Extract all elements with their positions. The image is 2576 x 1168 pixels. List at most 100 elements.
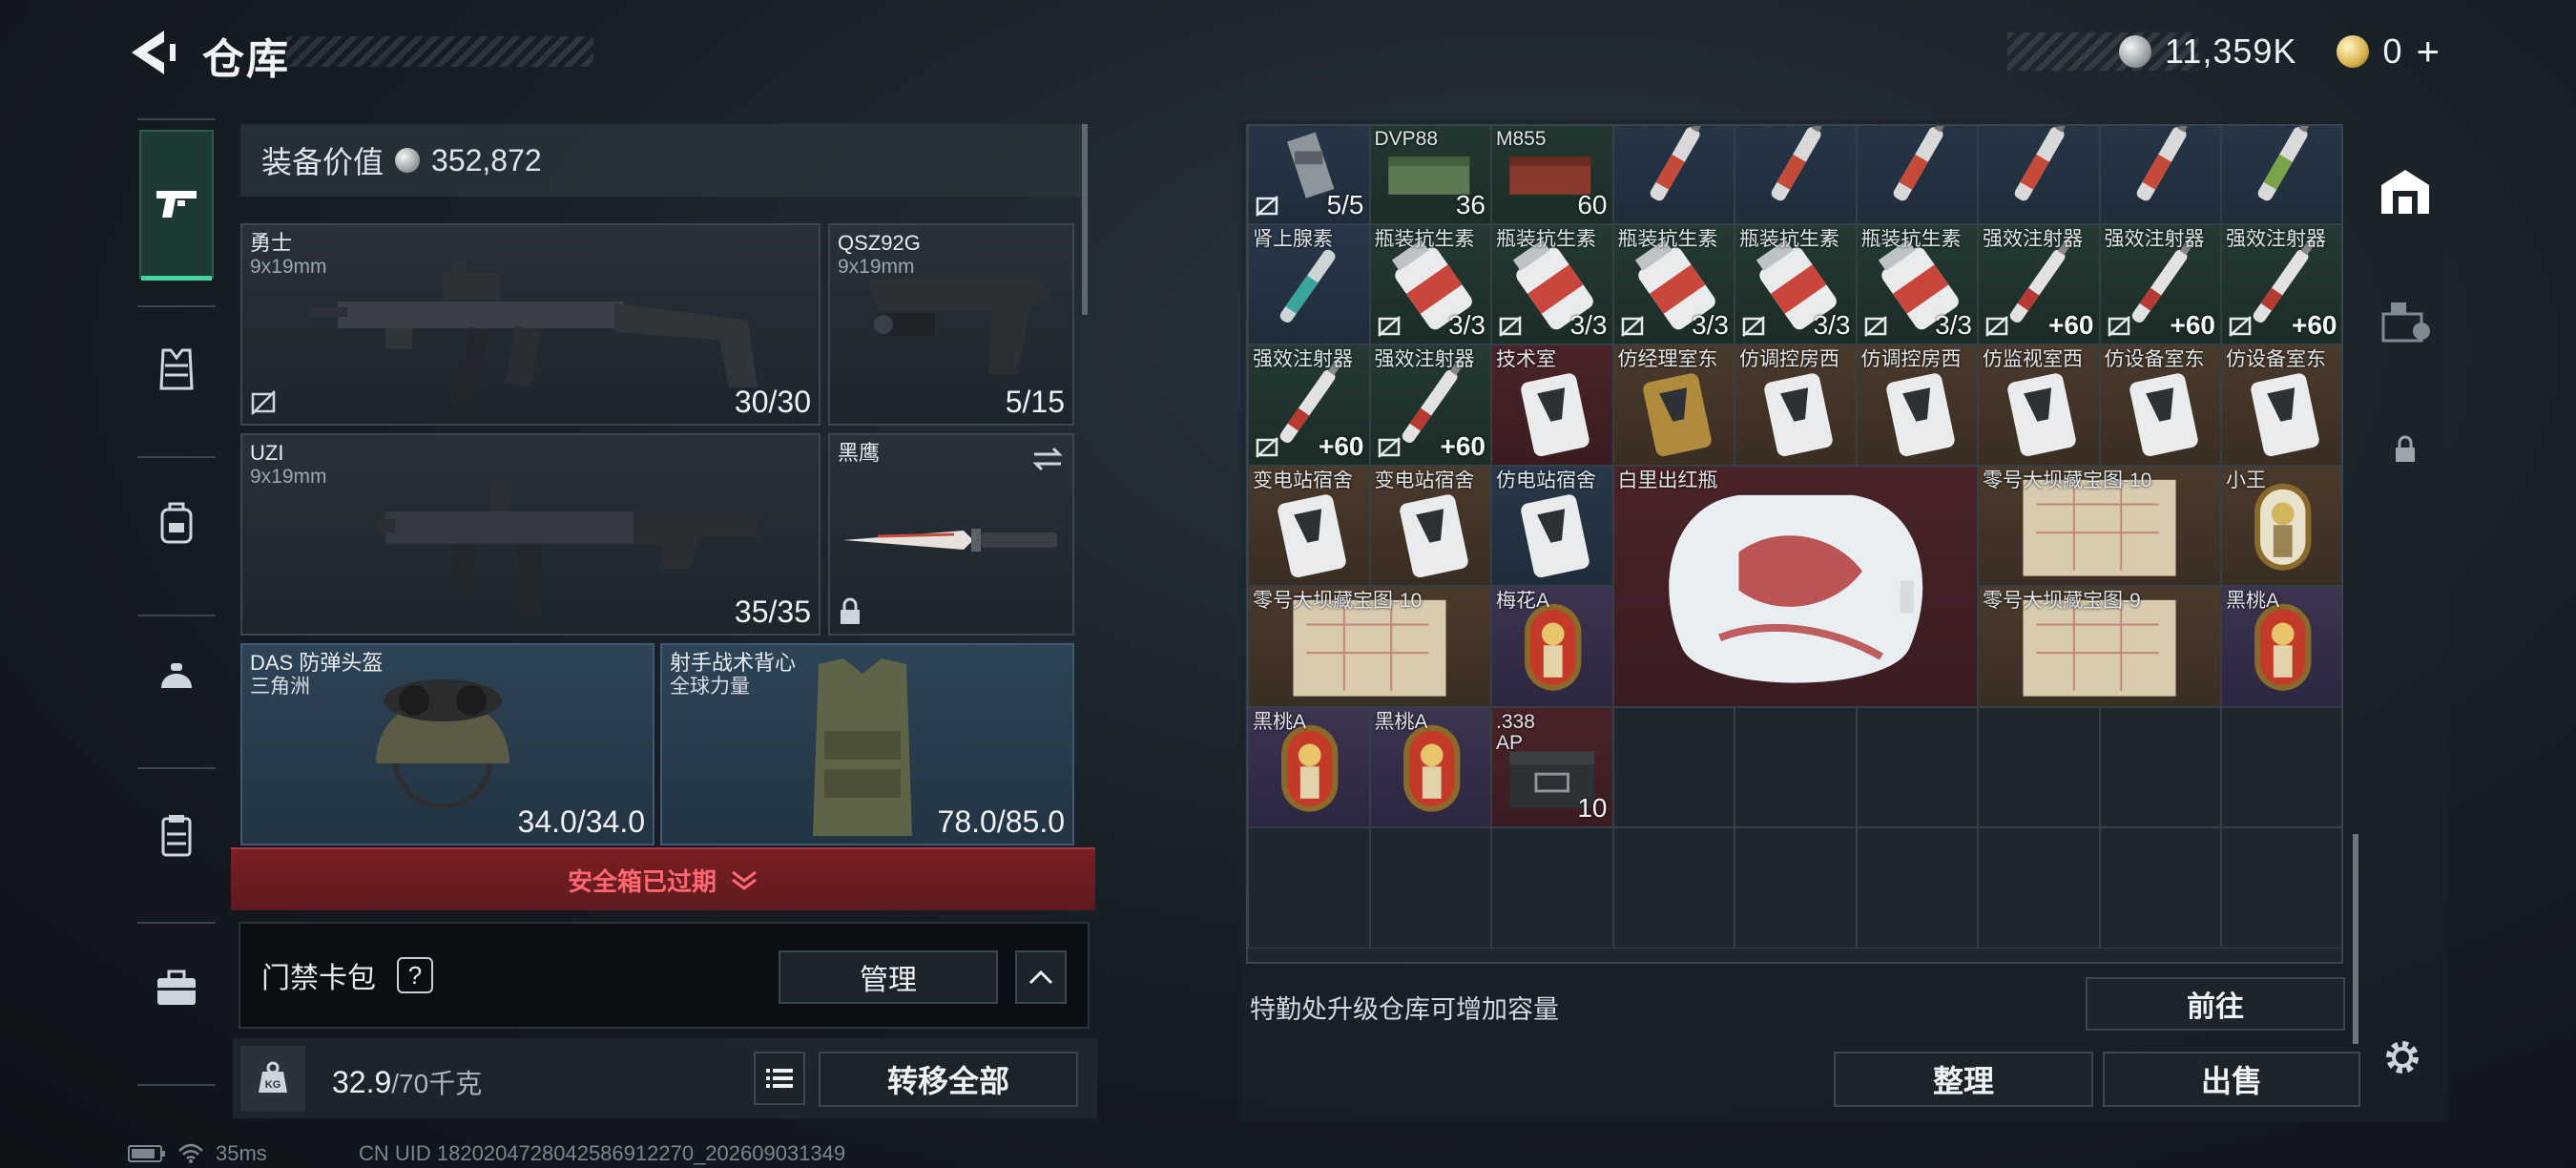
nav-case[interactable] <box>139 950 214 1025</box>
warehouse-item[interactable]: 战斗兴奋剂 <box>1978 126 2100 224</box>
helmet-slot[interactable]: DAS 防弹头盔 三角洲 34.0/34.0 <box>240 643 654 845</box>
warehouse-item[interactable]: 仿设备室东 <box>2221 344 2341 466</box>
warehouse-item[interactable] <box>2221 706 2341 827</box>
primary-weapon-slot[interactable]: 勇士 9x19mm 30/30 <box>240 223 821 426</box>
item-subname: DVP88 <box>1374 129 1439 150</box>
settings-button[interactable] <box>2376 1031 2429 1084</box>
warehouse-item[interactable]: 强效注射器 +60 <box>2099 223 2221 344</box>
warehouse-item[interactable]: 白里出红瓶 <box>1612 465 1978 707</box>
item-count: 10 <box>1577 793 1608 823</box>
item-name: 瓶装抗生素 <box>1374 228 1475 250</box>
manage-button[interactable]: 管理 <box>779 950 998 1004</box>
warehouse-item[interactable] <box>1856 827 1978 949</box>
warehouse-item[interactable]: 黑桃A <box>1248 706 1370 827</box>
warehouse-item[interactable]: 强效注射器 +60 <box>1248 344 1370 466</box>
melee-slot[interactable]: 黑鹰 <box>828 433 1074 636</box>
warehouse-grid[interactable]: DVE止疼片5/55.8x42DVP88365.56x45M85560战斗兴奋剂… <box>1246 124 2343 964</box>
warehouse-item[interactable]: .338 AP 10 <box>1491 706 1613 827</box>
warehouse-item[interactable]: 零号大坝藏宝图-9 <box>1978 586 2221 707</box>
list-view-button[interactable] <box>754 1052 805 1105</box>
warehouse-item[interactable] <box>1856 706 1978 827</box>
warehouse-item[interactable]: 瓶装抗生素 3/3 <box>1369 223 1491 344</box>
safebox-expired-bar[interactable]: 安全箱已过期 <box>231 847 1095 910</box>
warehouse-item[interactable]: 战斗兴奋剂 <box>2099 126 2221 224</box>
warehouse-scrollbar[interactable] <box>2353 834 2358 1044</box>
warehouse-tab-extra[interactable] <box>2376 292 2435 351</box>
item-count: 3/3 <box>1935 310 1972 340</box>
nav-rig[interactable] <box>139 798 214 872</box>
nav-helmet[interactable] <box>139 641 214 716</box>
item-name: 战斗兴奋剂 <box>1983 126 2097 129</box>
warehouse-item[interactable] <box>1978 706 2100 827</box>
warehouse-item[interactable] <box>2099 827 2221 949</box>
warehouse-item[interactable]: 战斗兴奋剂 <box>1735 126 1857 224</box>
expand-button[interactable] <box>1015 950 1067 1004</box>
nav-weapons[interactable] <box>139 130 214 281</box>
sort-button[interactable]: 整理 <box>1834 1052 2093 1107</box>
warehouse-item[interactable]: 5.8x42DVP8836 <box>1369 126 1491 224</box>
warehouse-item[interactable]: 瓶装抗生素 3/3 <box>1612 223 1735 344</box>
warehouse-item[interactable]: 技术室 <box>1491 344 1613 466</box>
warehouse-item[interactable]: 黑桃A <box>2221 586 2341 707</box>
item-name: .338 <box>1496 711 1535 733</box>
warehouse-item[interactable]: 仿电站宿舍 <box>1491 465 1613 586</box>
warehouse-item[interactable] <box>1612 827 1735 949</box>
transfer-all-button[interactable]: 转移全部 <box>819 1052 1078 1107</box>
help-button[interactable]: ? <box>397 957 433 993</box>
warehouse-item[interactable]: 强效注射器 +60 <box>1978 223 2100 344</box>
warehouse-item[interactable]: 变电站宿舍 <box>1369 465 1491 586</box>
warehouse-item[interactable]: 强效注射器 +60 <box>1369 344 1491 466</box>
warehouse-item[interactable] <box>1612 706 1735 827</box>
warehouse-item[interactable] <box>1735 827 1857 949</box>
warehouse-item[interactable]: 仿调控房西 <box>1856 344 1978 466</box>
secondary-weapon-slot[interactable]: UZI 9x19mm 35/35 <box>240 433 821 636</box>
warehouse-item[interactable]: 仿经理室东 <box>1612 344 1735 466</box>
warehouse-item[interactable]: 瓶装抗生素 3/3 <box>1735 223 1857 344</box>
weapon-ammo: 9x19mm <box>250 466 327 488</box>
warehouse-item[interactable]: 黑桃A <box>1369 706 1491 827</box>
back-button[interactable] <box>124 27 181 78</box>
warehouse-item[interactable]: 仿设备室东 <box>2099 344 2221 466</box>
nav-backpack[interactable] <box>139 485 214 559</box>
warehouse-item[interactable]: 仿调控房西 <box>1735 344 1857 466</box>
insured-off-icon <box>2229 316 2252 337</box>
nav-armor[interactable] <box>139 332 214 407</box>
warehouse-item[interactable] <box>1248 827 1370 949</box>
warehouse-tab-locked[interactable] <box>2376 420 2435 479</box>
warehouse-item[interactable]: 梅花A <box>1491 586 1613 707</box>
warehouse-tab-main[interactable] <box>2376 162 2435 221</box>
warehouse-item[interactable] <box>1369 827 1491 949</box>
warehouse-item[interactable]: 战斗兴奋剂 <box>1612 126 1735 224</box>
loadout-scrollbar[interactable] <box>1082 124 1088 315</box>
swap-icon[interactable] <box>1030 445 1065 473</box>
warehouse-item[interactable]: 5.56x45M85560 <box>1491 126 1613 224</box>
silver-coin-icon <box>395 148 421 173</box>
sell-button[interactable]: 出售 <box>2103 1052 2360 1107</box>
warehouse-item[interactable]: 仿监视室西 <box>1978 344 2100 466</box>
item-name: 零号大坝藏宝图-10 <box>1983 469 2152 491</box>
currency-bar: 11,359K 0 + <box>2007 29 2462 74</box>
helmet-image <box>376 679 509 809</box>
warehouse-item[interactable]: 瓶装抗生素 3/3 <box>1491 223 1613 344</box>
warehouse-item[interactable] <box>1978 827 2100 949</box>
item-name: 战斗兴奋剂 <box>2105 126 2219 129</box>
warehouse-item[interactable]: 小王 <box>2221 465 2341 586</box>
warehouse-item[interactable]: DVE止疼片 5/5 <box>1248 126 1370 224</box>
add-currency-button[interactable]: + <box>2416 29 2441 74</box>
warehouse-item[interactable]: 战斗兴奋剂 <box>1856 126 1978 224</box>
warehouse-item[interactable]: M1肌肉... <box>2221 126 2341 224</box>
warehouse-item[interactable] <box>1735 706 1857 827</box>
warehouse-item[interactable]: 零号大坝藏宝图-10 <box>1978 465 2221 586</box>
warehouse-item[interactable]: 强效注射器 +60 <box>2221 223 2341 344</box>
warehouse-item[interactable] <box>2099 706 2221 827</box>
warehouse-item[interactable] <box>1491 827 1613 949</box>
pistol-slot[interactable]: QSZ92G 9x19mm 5/15 <box>828 223 1074 426</box>
warehouse-item[interactable]: 变电站宿舍 <box>1248 465 1370 586</box>
warehouse-item[interactable]: 瓶装抗生素 3/3 <box>1856 223 1978 344</box>
vest-slot[interactable]: 射手战术背心 全球力量 78.0/85.0 <box>660 643 1074 845</box>
warehouse-item[interactable] <box>2221 827 2341 949</box>
warehouse-item[interactable]: 肾上腺素 <box>1248 223 1370 344</box>
goto-button[interactable]: 前往 <box>2086 977 2345 1031</box>
warehouse-item[interactable]: 零号大坝藏宝图-10 <box>1248 586 1491 707</box>
item-name: 梅花A <box>1496 591 1550 612</box>
